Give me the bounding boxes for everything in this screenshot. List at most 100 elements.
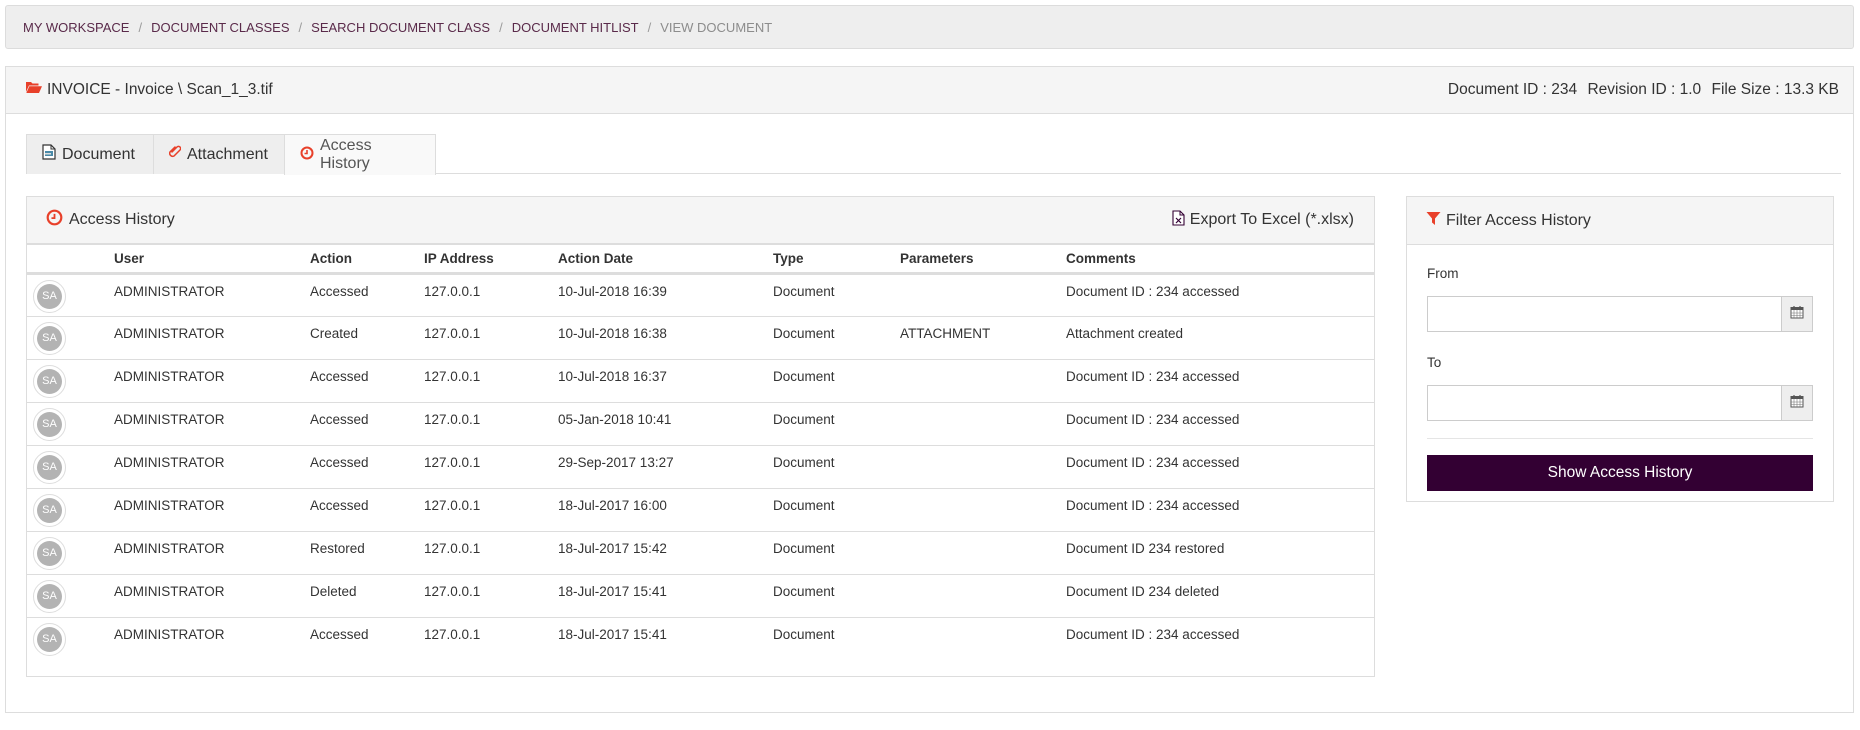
- column-header-comments[interactable]: Comments: [1066, 245, 1374, 275]
- cell-action: Restored: [310, 531, 424, 575]
- tab-document[interactable]: Document: [26, 134, 154, 174]
- breadcrumb-search-document-class[interactable]: SEARCH DOCUMENT CLASS: [311, 20, 490, 35]
- column-header-ip-address[interactable]: IP Address: [424, 245, 558, 275]
- export-to-excel-label: Export To Excel (*.xlsx): [1189, 211, 1354, 228]
- show-access-history-button[interactable]: Show Access History: [1427, 455, 1813, 491]
- export-to-excel-button[interactable]: Export To Excel (*.xlsx): [1172, 209, 1354, 231]
- cell-user: ADMINISTRATOR: [114, 402, 310, 446]
- access-history-title: Access History: [46, 209, 175, 231]
- table-row[interactable]: SA ADMINISTRATOR Accessed 127.0.0.1 18-Jul-2…: [27, 488, 1374, 532]
- filter-panel-header: Filter Access History: [1407, 197, 1833, 245]
- avatar-initials: SA: [37, 497, 62, 523]
- column-header-action[interactable]: Action: [310, 245, 424, 275]
- cell-avatar: SA: [27, 531, 114, 575]
- column-header-parameters[interactable]: Parameters: [900, 245, 1066, 275]
- table-row[interactable]: SA ADMINISTRATOR Accessed 127.0.0.1 29-Sep-2…: [27, 445, 1374, 489]
- cell-type: Document: [773, 445, 900, 489]
- breadcrumb-document-hitlist[interactable]: DOCUMENT HITLIST: [512, 20, 639, 35]
- avatar: SA: [33, 364, 66, 398]
- table-row[interactable]: SA ADMINISTRATOR Accessed 127.0.0.1 10-Jul-2…: [27, 359, 1374, 403]
- table-row[interactable]: SA ADMINISTRATOR Restored 127.0.0.1 18-Jul-2…: [27, 531, 1374, 575]
- cell-action-date: 10-Jul-2018 16:39: [558, 273, 773, 317]
- cell-avatar: SA: [27, 445, 114, 489]
- document-title-text: INVOICE - Invoice \ Scan_1_3.tif: [47, 81, 273, 98]
- cell-parameters: [900, 574, 1066, 618]
- from-date-group: [1427, 296, 1813, 332]
- clock-icon: [46, 209, 63, 231]
- clock-icon: [300, 146, 314, 165]
- cell-avatar: SA: [27, 488, 114, 532]
- table-row[interactable]: SA ADMINISTRATOR Accessed 127.0.0.1 10-Jul-2…: [27, 273, 1374, 317]
- column-header-type[interactable]: Type: [773, 245, 900, 275]
- cell-user: ADMINISTRATOR: [114, 316, 310, 360]
- cell-comments: Attachment created: [1066, 316, 1374, 360]
- avatar-initials: SA: [37, 454, 62, 480]
- cell-parameters: [900, 531, 1066, 575]
- table-row[interactable]: SA ADMINISTRATOR Created 127.0.0.1 10-Jul-20…: [27, 316, 1374, 360]
- cell-user: ADMINISTRATOR: [114, 445, 310, 489]
- avatar-initials: SA: [37, 583, 62, 609]
- cell-comments: Document ID : 234 accessed: [1066, 488, 1374, 532]
- tab-access-history[interactable]: Access History: [284, 134, 436, 175]
- column-header-action-date[interactable]: Action Date: [558, 245, 773, 275]
- breadcrumb-document-classes[interactable]: DOCUMENT CLASSES: [151, 20, 289, 35]
- cell-avatar: SA: [27, 316, 114, 360]
- cell-comments: Document ID : 234 accessed: [1066, 402, 1374, 446]
- tab-document-label: Document: [62, 145, 135, 163]
- cell-action-date: 18-Jul-2017 15:42: [558, 531, 773, 575]
- filter-title: Filter Access History: [1446, 211, 1591, 229]
- document-meta: Document ID : 234 Revision ID : 1.0 File…: [1442, 81, 1839, 99]
- cell-parameters: [900, 402, 1066, 446]
- cell-ip-address: 127.0.0.1: [424, 273, 558, 317]
- document-panel: INVOICE - Invoice \ Scan_1_3.tif Documen…: [5, 66, 1854, 713]
- column-header-user[interactable]: User: [114, 245, 310, 275]
- filter-panel: Filter Access History From To Show Acces…: [1406, 196, 1834, 502]
- table-row[interactable]: SA ADMINISTRATOR Accessed 127.0.0.1 18-Jul-2…: [27, 617, 1374, 660]
- cell-type: Document: [773, 316, 900, 360]
- tab-access-history-label: Access History: [320, 137, 372, 172]
- breadcrumb-my-workspace[interactable]: MY WORKSPACE: [23, 20, 129, 35]
- table-row[interactable]: SA ADMINISTRATOR Deleted 127.0.0.1 18-Jul-20…: [27, 574, 1374, 618]
- from-date-input[interactable]: [1427, 296, 1781, 332]
- cell-parameters: ATTACHMENT: [900, 316, 1066, 360]
- cell-type: Document: [773, 531, 900, 575]
- file-size: File Size : 13.3 KB: [1711, 81, 1839, 98]
- table-header-row: User Action IP Address Action Date Type …: [27, 245, 1374, 275]
- table-row[interactable]: SA ADMINISTRATOR Accessed 127.0.0.1 05-Jan-2…: [27, 402, 1374, 446]
- cell-ip-address: 127.0.0.1: [424, 316, 558, 360]
- avatar: SA: [33, 536, 66, 570]
- document-title: INVOICE - Invoice \ Scan_1_3.tif: [26, 81, 273, 99]
- access-history-title-text: Access History: [69, 211, 175, 228]
- cell-comments: Document ID 234 restored: [1066, 531, 1374, 575]
- divider: [1427, 438, 1813, 439]
- avatar: SA: [33, 622, 66, 656]
- tab-bar: Document Attachment Access History: [26, 134, 1841, 175]
- to-calendar-button[interactable]: [1781, 385, 1813, 421]
- cell-user: ADMINISTRATOR: [114, 531, 310, 575]
- cell-action-date: 29-Sep-2017 13:27: [558, 445, 773, 489]
- paperclip-icon: [168, 145, 182, 164]
- excel-file-icon: [1172, 209, 1185, 231]
- cell-action-date: 10-Jul-2018 16:38: [558, 316, 773, 360]
- cell-comments: Document ID : 234 accessed: [1066, 359, 1374, 403]
- from-calendar-button[interactable]: [1781, 296, 1813, 332]
- breadcrumb: MY WORKSPACE / DOCUMENT CLASSES / SEARCH…: [5, 5, 1854, 49]
- cell-avatar: SA: [27, 402, 114, 446]
- cell-comments: Document ID : 234 accessed: [1066, 445, 1374, 489]
- cell-parameters: [900, 359, 1066, 403]
- cell-ip-address: 127.0.0.1: [424, 359, 558, 403]
- cell-type: Document: [773, 574, 900, 618]
- avatar-initials: SA: [37, 626, 62, 652]
- cell-comments: Document ID : 234 accessed: [1066, 626, 1240, 642]
- cell-action: Deleted: [310, 574, 424, 618]
- tab-attachment[interactable]: Attachment: [153, 134, 285, 174]
- cell-type: Document: [773, 359, 900, 403]
- cell-ip-address: 127.0.0.1: [424, 402, 558, 446]
- cell-action-date: 10-Jul-2018 16:37: [558, 359, 773, 403]
- cell-action: Accessed: [310, 402, 424, 446]
- cell-avatar: SA: [27, 617, 114, 660]
- to-date-input[interactable]: [1427, 385, 1781, 421]
- to-date-group: [1427, 385, 1813, 421]
- document-id: Document ID : 234: [1447, 81, 1578, 98]
- access-history-panel: Access History Export To Excel (*.xlsx) …: [26, 196, 1375, 677]
